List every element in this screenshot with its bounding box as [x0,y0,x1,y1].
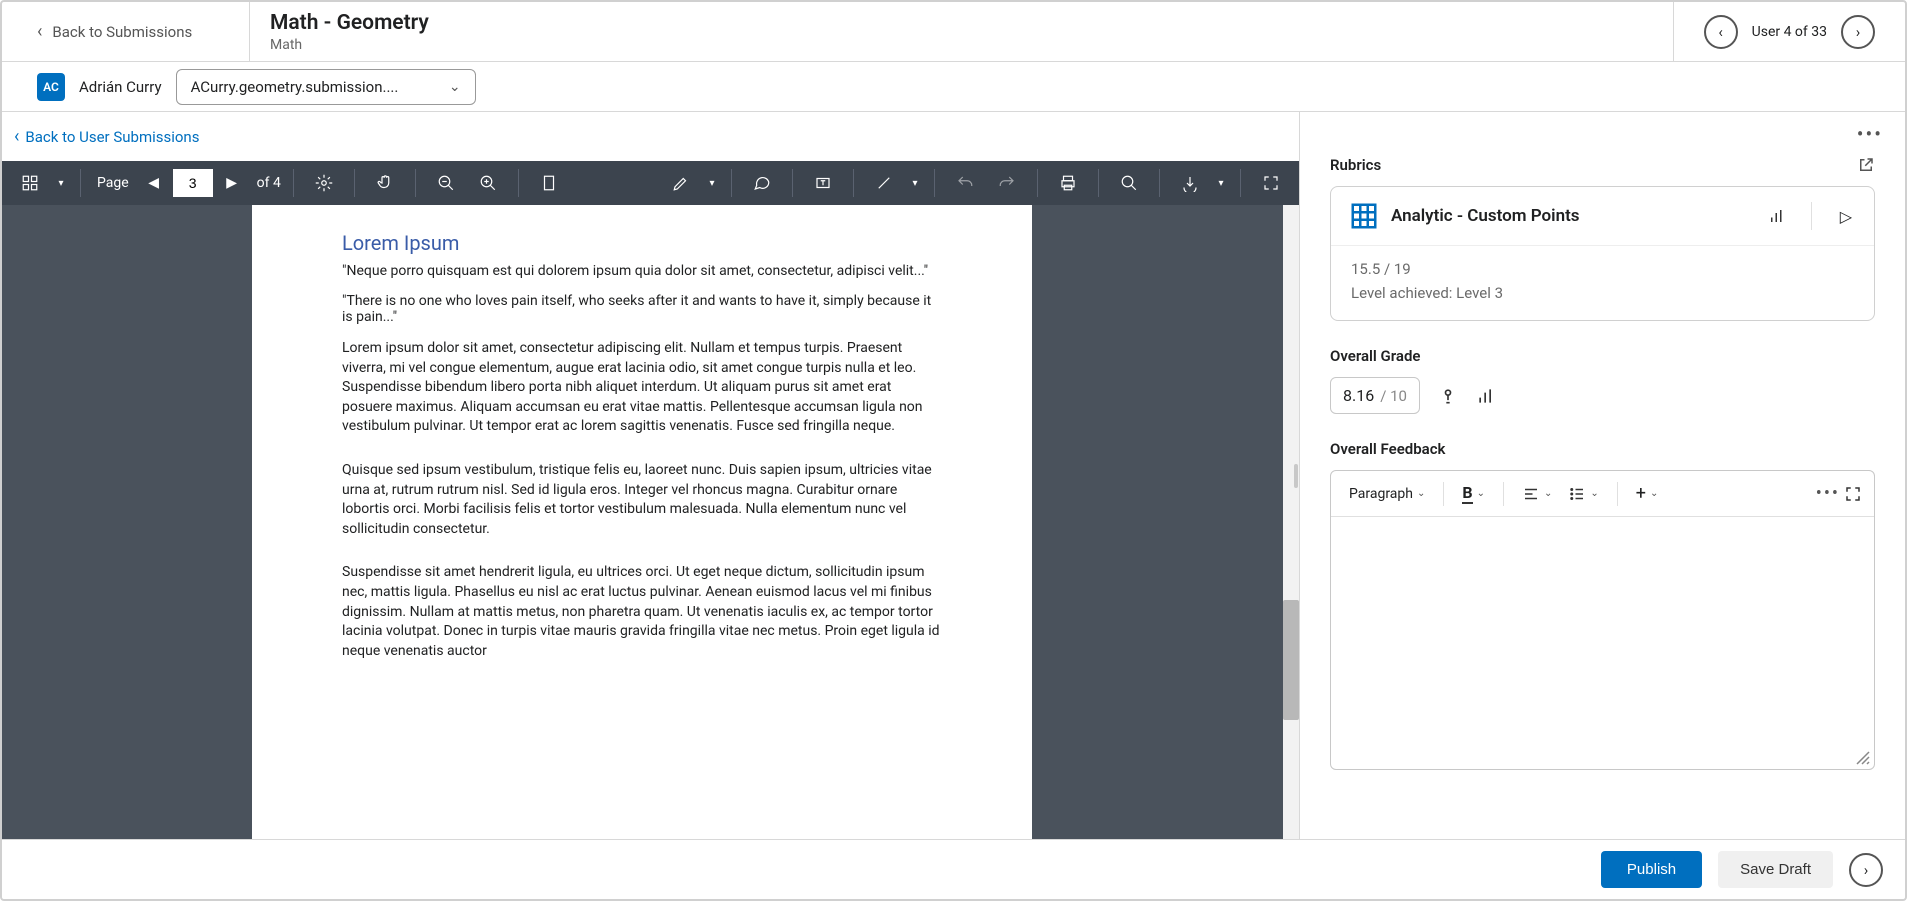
doc-quote: "Neque porro quisquam est qui dolorem ip… [342,263,942,279]
block-format-select[interactable]: Paragraph ⌄ [1343,482,1431,506]
editor-more-icon[interactable]: ••• [1816,483,1840,504]
document-viewer: ‹ Back to User Submissions ▾ Page ◀ ▶ of… [2,112,1300,839]
bold-button[interactable]: B⌄ [1456,479,1491,508]
block-format-label: Paragraph [1349,486,1413,502]
print-icon[interactable] [1050,165,1086,201]
publish-button[interactable]: Publish [1601,851,1702,888]
back-user-label: Back to User Submissions [25,128,199,146]
page-number-input[interactable] [173,169,213,197]
back-to-user-submissions[interactable]: ‹ Back to User Submissions [2,112,1299,161]
redo-icon[interactable] [989,165,1025,201]
back-to-submissions[interactable]: ‹ Back to Submissions [2,2,250,61]
rubric-card: Analytic - Custom Points ▷ 15.5 / 19 Lev… [1330,186,1875,321]
undo-icon[interactable] [947,165,983,201]
search-icon[interactable] [1111,165,1147,201]
line-menu[interactable]: ▾ [908,178,922,189]
grading-panel: ••• Rubrics Analytic - Custom Points ▷ [1300,112,1905,839]
note-icon[interactable] [744,165,780,201]
suggestion-icon[interactable] [1438,386,1458,406]
editor-textarea[interactable] [1331,517,1874,769]
download-menu[interactable]: ▾ [1214,178,1228,189]
line-icon[interactable] [866,165,902,201]
chevron-down-icon: ⌄ [1650,488,1658,499]
pen-menu[interactable]: ▾ [705,178,719,189]
align-button[interactable]: ⌄ [1516,481,1558,507]
chevron-left-icon: ‹ [14,126,19,147]
prev-user-button[interactable]: ‹ [1704,15,1738,49]
assignment-title: Math - Geometry [270,11,1673,35]
chevron-down-icon: ⌄ [1417,488,1425,499]
next-button[interactable]: › [1849,853,1883,887]
chevron-down-icon: ⌄ [1544,488,1552,499]
download-icon[interactable] [1172,165,1208,201]
stats-icon[interactable] [1476,386,1496,406]
main-area: ‹ Back to User Submissions ▾ Page ◀ ▶ of… [2,112,1905,839]
pen-icon[interactable] [663,165,699,201]
chevron-left-icon: ‹ [37,21,42,42]
pdf-page: Lorem Ipsum "Neque porro quisquam est qu… [252,205,1032,839]
next-user-button[interactable]: › [1841,15,1875,49]
student-avatar: AC [37,73,65,101]
prev-page-button[interactable]: ◀ [141,169,167,197]
rubrics-label: Rubrics [1330,156,1381,174]
thumbnails-icon[interactable] [12,165,48,201]
app-root: ‹ Back to Submissions Math - Geometry Ma… [0,0,1907,901]
assignment-title-block: Math - Geometry Math [250,2,1673,61]
next-page-button[interactable]: ▶ [219,169,245,197]
doc-quote: "There is no one who loves pain itself, … [342,293,942,325]
doc-paragraph: Lorem ipsum dolor sit amet, consectetur … [342,339,942,437]
insert-button[interactable]: +⌄ [1630,479,1665,508]
overall-grade-label: Overall Grade [1330,347,1421,365]
feedback-editor: Paragraph ⌄ B⌄ ⌄ ⌄ +⌄ ••• [1330,470,1875,770]
resize-handle-icon[interactable] [1854,749,1870,765]
page-label: Page [97,175,129,191]
rubric-name[interactable]: Analytic - Custom Points [1391,206,1755,226]
stats-icon[interactable] [1767,207,1787,225]
user-position: User 4 of 33 [1752,24,1827,40]
zoom-in-icon[interactable] [470,165,506,201]
chevron-down-icon: ⌄ [1477,488,1485,499]
zoom-out-icon[interactable] [428,165,464,201]
file-name: ACurry.geometry.submission.... [191,78,399,96]
top-bar: ‹ Back to Submissions Math - Geometry Ma… [2,2,1905,62]
grade-input[interactable]: 8.16 / 10 [1330,377,1420,414]
save-draft-button[interactable]: Save Draft [1718,851,1833,888]
file-selector[interactable]: ACurry.geometry.submission.... ⌄ [176,69,476,105]
pan-icon[interactable] [367,165,403,201]
thumbnails-menu[interactable]: ▾ [54,178,68,189]
resize-handle[interactable] [1292,112,1300,839]
rubric-level: Level achieved: Level 3 [1351,284,1854,302]
settings-icon[interactable] [306,165,342,201]
fullscreen-icon[interactable] [1253,165,1289,201]
panel-more-icon[interactable]: ••• [1857,122,1883,146]
overall-feedback-label: Overall Feedback [1330,440,1445,458]
student-bar: AC Adrián Curry ACurry.geometry.submissi… [2,62,1905,112]
doc-heading: Lorem Ipsum [342,231,942,255]
rubric-score: 15.5 / 19 [1351,260,1854,278]
fit-page-icon[interactable] [531,165,567,201]
editor-fullscreen-icon[interactable] [1844,485,1862,503]
grade-max: / 10 [1380,387,1407,405]
footer: Publish Save Draft › [2,839,1905,899]
pdf-canvas[interactable]: Lorem Ipsum "Neque porro quisquam est qu… [2,205,1299,839]
popout-icon[interactable] [1857,156,1875,174]
textbox-icon[interactable] [805,165,841,201]
rubric-icon [1349,201,1379,231]
back-label: Back to Submissions [52,23,192,41]
page-total: of 4 [257,175,281,191]
course-name: Math [270,37,1673,53]
pdf-toolbar: ▾ Page ◀ ▶ of 4 ▾ [2,161,1299,205]
grade-value: 8.16 [1343,386,1374,405]
user-nav: ‹ User 4 of 33 › [1673,2,1905,61]
chevron-down-icon: ⌄ [449,79,461,95]
list-button[interactable]: ⌄ [1562,481,1604,507]
doc-paragraph: Suspendisse sit amet hendrerit ligula, e… [342,563,942,661]
expand-rubric-icon[interactable]: ▷ [1836,207,1856,226]
doc-paragraph: Quisque sed ipsum vestibulum, tristique … [342,461,942,539]
chevron-down-icon: ⌄ [1590,488,1598,499]
editor-toolbar: Paragraph ⌄ B⌄ ⌄ ⌄ +⌄ ••• [1331,471,1874,517]
student-name: Adrián Curry [79,78,162,96]
